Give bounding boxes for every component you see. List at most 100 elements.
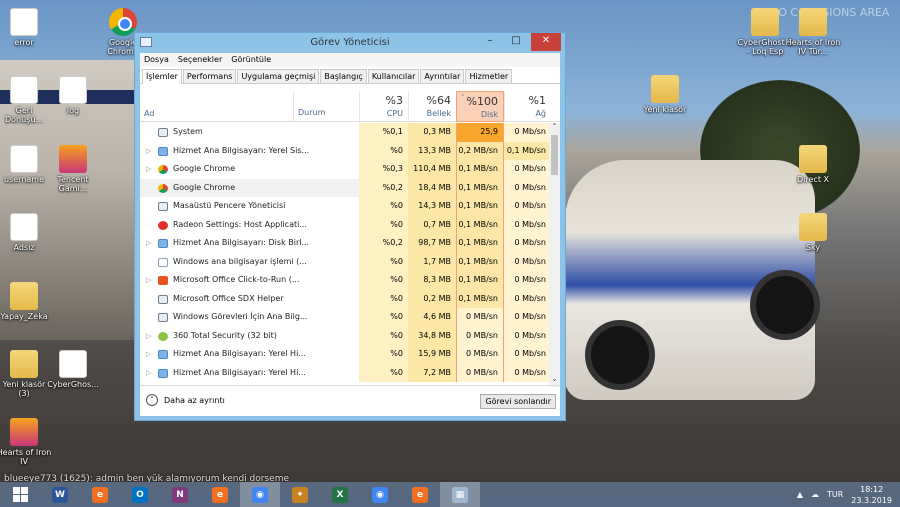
- menu-1[interactable]: Seçenekler: [178, 53, 222, 67]
- network-icon[interactable]: ☁: [811, 490, 819, 499]
- process-row[interactable]: ▷ Hizmet Ana Bilgisayarı: Disk Birl... %…: [140, 234, 556, 253]
- desktop-icon[interactable]: Hearts of Iron IV Tür...: [785, 8, 841, 56]
- memory-cell: 1,7 MB: [408, 252, 456, 271]
- tab-5[interactable]: Ayrıntılar: [420, 69, 465, 83]
- network-cell: 0,1 Mb/sn: [504, 141, 551, 160]
- process-name: Microsoft Office SDX Helper: [173, 293, 284, 303]
- column-cpu[interactable]: %3 CPU: [359, 91, 408, 122]
- memory-cell: 15,9 MB: [408, 345, 456, 364]
- window-icon: [158, 294, 168, 304]
- start-button[interactable]: [0, 482, 40, 507]
- taskbar-app[interactable]: e: [80, 482, 120, 507]
- disk-cell: 0,1 MB/sn: [456, 252, 504, 271]
- process-name: Microsoft Office Click-to-Run (...: [173, 275, 300, 284]
- expand-arrow-icon[interactable]: ▷: [146, 234, 151, 253]
- process-row[interactable]: Windows Görevleri İçin Ana Bilg... %0 4,…: [140, 308, 556, 327]
- gear-icon: [158, 368, 168, 378]
- desktop-icon[interactable]: Yapay_Zeka: [0, 282, 52, 321]
- memory-cell: 4,6 MB: [408, 308, 456, 327]
- desktop-icon[interactable]: Hearts of Iron IV: [0, 418, 52, 466]
- language-indicator[interactable]: TUR: [827, 490, 843, 499]
- task-manager-window[interactable]: Görev Yöneticisi – □ ✕ Dosya Seçenekler Gö…: [134, 32, 566, 421]
- expand-arrow-icon[interactable]: ▷: [146, 271, 151, 290]
- taskbar-app[interactable]: ◉: [360, 482, 400, 507]
- maximize-button[interactable]: □: [503, 33, 529, 51]
- process-row[interactable]: Google Chrome %0,2 18,4 MB 0,1 MB/sn 0 M…: [140, 178, 556, 197]
- taskbar-app[interactable]: ✦: [280, 482, 320, 507]
- tab-0[interactable]: İşlemler: [142, 69, 182, 84]
- column-status[interactable]: Durum: [293, 91, 359, 122]
- desktop-icon[interactable]: Sky: [785, 213, 841, 252]
- cpu-cell: %0: [359, 141, 408, 160]
- process-row[interactable]: ▷ Microsoft Office Click-to-Run (... %0 …: [140, 271, 556, 290]
- close-button[interactable]: ✕: [531, 33, 561, 51]
- tab-4[interactable]: Kullanıcılar: [367, 69, 420, 83]
- column-network[interactable]: %1 Ağ: [504, 91, 551, 122]
- expand-arrow-icon[interactable]: ▷: [146, 160, 151, 179]
- taskbar-app[interactable]: ▦: [440, 482, 480, 507]
- process-row[interactable]: Masaüstü Pencere Yöneticisi %0 14,3 MB 0…: [140, 197, 556, 216]
- process-row[interactable]: ▷ Hizmet Ana Bilgisayarı: Yerel Hi... %0…: [140, 345, 556, 364]
- taskbar-app[interactable]: N: [160, 482, 200, 507]
- end-task-button[interactable]: Görevi sonlandır: [480, 394, 556, 409]
- scroll-thumb[interactable]: [551, 135, 558, 175]
- taskbar-app[interactable]: e: [200, 482, 240, 507]
- app-icon: [59, 145, 87, 173]
- desktop-icon[interactable]: error: [0, 8, 52, 47]
- menu-0[interactable]: Dosya: [144, 53, 169, 67]
- taskbar-app[interactable]: O: [120, 482, 160, 507]
- expand-arrow-icon[interactable]: ▷: [146, 345, 151, 364]
- gear-icon: [158, 239, 168, 248]
- process-row[interactable]: ▷ Hizmet Ana Bilgisayarı: Yerel Sis... %…: [140, 141, 556, 161]
- process-row[interactable]: ▷ 360 Total Security (32 bit) %0 34,8 MB…: [140, 326, 556, 346]
- process-name: Hizmet Ana Bilgisayarı: Disk Birl...: [173, 238, 310, 247]
- memory-cell: 34,8 MB: [408, 326, 456, 345]
- minimize-button[interactable]: –: [477, 33, 503, 51]
- column-name[interactable]: Ad: [144, 109, 154, 118]
- desktop-icon[interactable]: Tencent Gami...: [45, 145, 101, 193]
- expand-arrow-icon[interactable]: ▷: [146, 142, 151, 161]
- scrollbar[interactable]: ˄ ˅: [549, 123, 560, 387]
- desktop-icon[interactable]: CyberGhos...: [45, 350, 101, 389]
- column-memory[interactable]: %64 Bellek: [408, 91, 456, 122]
- process-row[interactable]: Microsoft Office SDX Helper %0 0,2 MB 0,…: [140, 289, 556, 308]
- desktop-icon-label: Tencent Gami...: [57, 175, 89, 194]
- process-row[interactable]: ▷ Google Chrome %0,3 110,4 MB 0,1 MB/sn …: [140, 160, 556, 179]
- tab-3[interactable]: Başlangıç: [320, 69, 367, 83]
- desktop-icon[interactable]: Yeni klasör: [637, 75, 693, 114]
- process-row[interactable]: ▷ Hizmet Ana Bilgisayarı: Yerel Hi... %0…: [140, 363, 556, 383]
- desktop-icon[interactable]: Adsız: [0, 213, 52, 252]
- outlook-icon: O: [132, 486, 148, 503]
- taskbar-app[interactable]: X: [320, 482, 360, 507]
- disk-cell: 0,1 MB/sn: [456, 289, 504, 308]
- process-row[interactable]: Radeon Settings: Host Applicati... %0 0,…: [140, 215, 556, 234]
- folder-icon: [10, 282, 38, 310]
- desktop-icon[interactable]: log: [45, 76, 101, 115]
- expand-arrow-icon[interactable]: ▷: [146, 364, 151, 383]
- tab-6[interactable]: Hizmetler: [465, 69, 513, 83]
- title-bar[interactable]: Görev Yöneticisi – □ ✕: [135, 33, 565, 52]
- fewer-details-button[interactable]: ˄ Daha az ayrıntı: [146, 394, 225, 406]
- network-cell: 0 Mb/sn: [504, 308, 551, 327]
- process-row[interactable]: System %0,1 0,3 MB 25,9 MB/sn 0 Mb/sn: [140, 123, 556, 155]
- tab-2[interactable]: Uygulama geçmişi: [237, 69, 320, 83]
- taskbar-app[interactable]: e: [400, 482, 440, 507]
- process-name: Radeon Settings: Host Applicati...: [173, 219, 307, 229]
- process-row[interactable]: Windows ana bilgisayar işlemi (... %0 1,…: [140, 252, 556, 271]
- taskbar-app[interactable]: ◉: [240, 482, 280, 507]
- tab-1[interactable]: Performans: [182, 69, 237, 83]
- show-hidden-icons[interactable]: ▲: [797, 490, 803, 499]
- network-cell: 0 Mb/sn: [504, 178, 551, 197]
- menu-2[interactable]: Görüntüle: [231, 53, 271, 67]
- desktop-icon[interactable]: Direct X: [785, 145, 841, 184]
- taskbar-app[interactable]: W: [40, 482, 80, 507]
- desktop-icon-label: log: [66, 106, 80, 115]
- expand-arrow-icon[interactable]: ▷: [146, 327, 151, 346]
- scroll-up-icon[interactable]: ˄: [549, 123, 560, 131]
- column-disk[interactable]: ˅ %100 Disk: [456, 91, 504, 122]
- cpu-cell: %0: [359, 289, 408, 308]
- doc-icon: [59, 350, 87, 378]
- memory-cell: 0,3 MB: [408, 123, 456, 142]
- clock[interactable]: 18:12 23.3.2019: [851, 484, 892, 506]
- cpu-cell: %0: [359, 271, 408, 290]
